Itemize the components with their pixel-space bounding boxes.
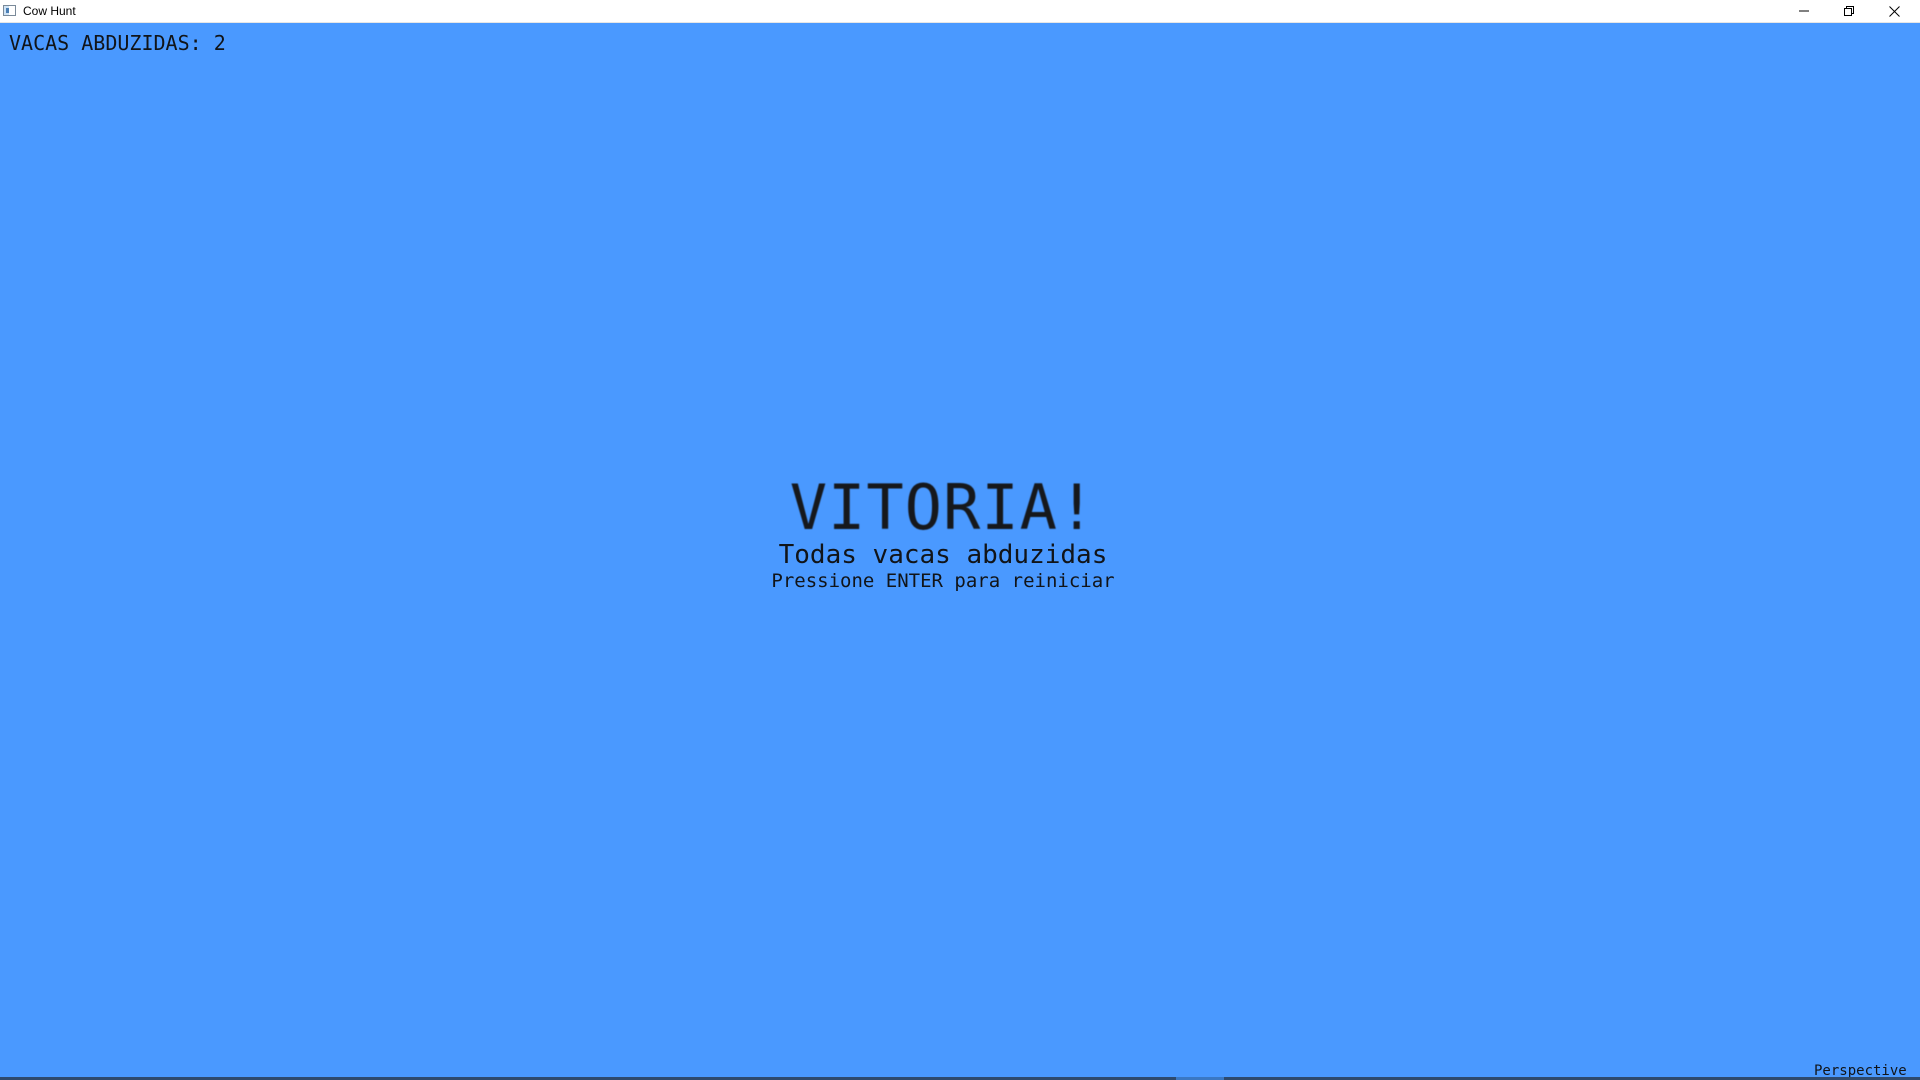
minimize-icon bbox=[1799, 6, 1809, 16]
restart-hint: Pressione ENTER para reiniciar bbox=[771, 570, 1115, 592]
title-bar[interactable]: Cow Hunt bbox=[0, 0, 1920, 23]
victory-title: VITORIA! bbox=[789, 471, 1097, 544]
minimize-button[interactable] bbox=[1781, 0, 1827, 22]
game-window: Cow Hunt VACAS ABDUZIDAS: 2 VITORIA! Tod… bbox=[0, 0, 1920, 1080]
abducted-cows-counter: VACAS ABDUZIDAS: 2 bbox=[9, 31, 226, 55]
victory-message: VITORIA! Todas vacas abduzidas Pressione… bbox=[0, 470, 1886, 593]
window-title: Cow Hunt bbox=[23, 4, 76, 18]
close-icon bbox=[1888, 5, 1900, 17]
restore-icon bbox=[1844, 6, 1854, 16]
restore-button[interactable] bbox=[1826, 0, 1872, 22]
app-window-icon bbox=[3, 5, 16, 16]
close-button[interactable] bbox=[1871, 0, 1917, 22]
